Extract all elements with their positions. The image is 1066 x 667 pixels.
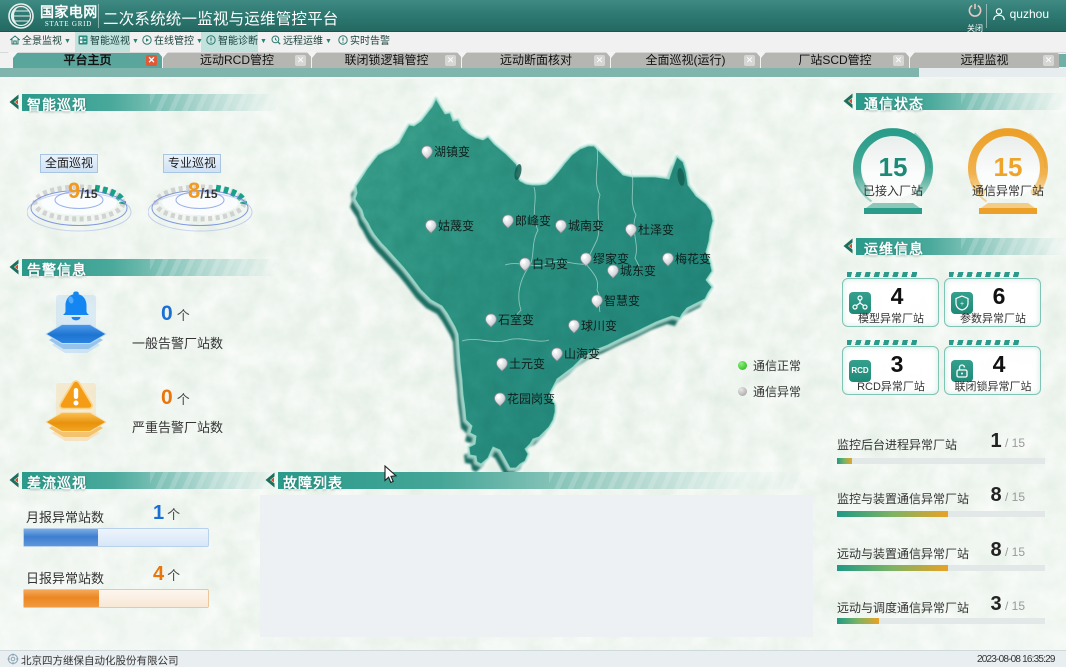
svg-text:土元变: 土元变 — [509, 356, 545, 371]
svg-text:城东变: 城东变 — [620, 263, 656, 278]
svg-text:郎峰变: 郎峰变 — [515, 213, 551, 228]
svg-text:石室变: 石室变 — [498, 312, 534, 327]
svg-text:花园岗变: 花园岗变 — [507, 391, 555, 406]
svg-text:湖镇变: 湖镇变 — [434, 144, 470, 159]
svg-text:梅花变: 梅花变 — [675, 251, 711, 266]
svg-text:球川变: 球川变 — [581, 318, 617, 333]
svg-text:姑蔑变: 姑蔑变 — [438, 218, 474, 233]
svg-text:山海变: 山海变 — [564, 346, 600, 361]
svg-text:杜泽变: 杜泽变 — [638, 222, 674, 237]
svg-text:白马变: 白马变 — [532, 256, 568, 271]
svg-text:智慧变: 智慧变 — [604, 293, 640, 308]
svg-text:城南变: 城南变 — [568, 218, 604, 233]
svg-text:+: + — [960, 301, 964, 308]
